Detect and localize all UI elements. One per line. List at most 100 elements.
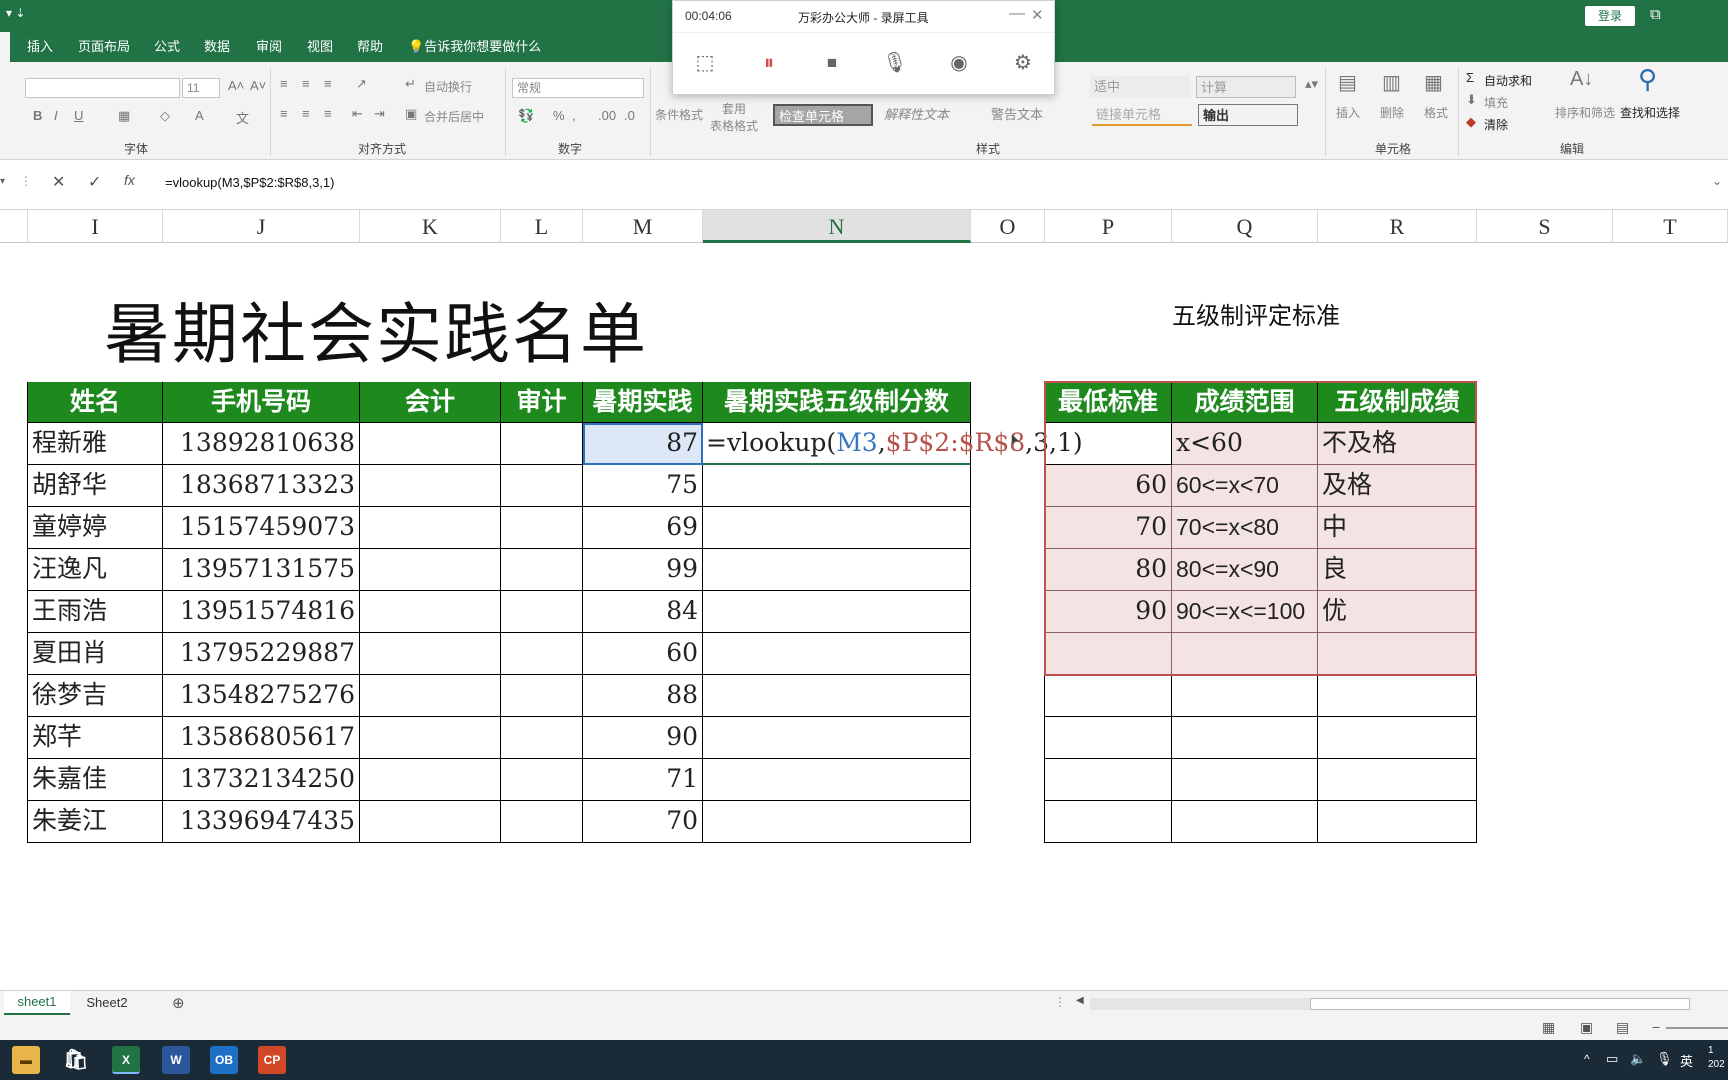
cell-five-level[interactable]: [703, 633, 971, 675]
cell-audit[interactable]: [501, 675, 583, 717]
font-color-icon[interactable]: A: [195, 108, 204, 123]
cell-score[interactable]: 71: [583, 759, 703, 801]
border-icon[interactable]: ▦: [118, 108, 130, 124]
cell-range[interactable]: 90<=x<=100: [1172, 591, 1318, 633]
confirm-edit-icon[interactable]: ✓: [88, 172, 101, 192]
column-header-J[interactable]: J: [163, 210, 360, 243]
cell-min[interactable]: 80: [1045, 549, 1172, 591]
fill-button[interactable]: 填充: [1484, 94, 1508, 111]
increase-decimal-icon[interactable]: .00: [598, 108, 616, 123]
cell-grade[interactable]: 优: [1318, 591, 1477, 633]
decrease-font-icon[interactable]: A˅: [250, 78, 266, 93]
cell-name[interactable]: 朱嘉佳: [28, 759, 163, 801]
expand-formula-icon[interactable]: ⌄: [1712, 174, 1722, 188]
cell-phone[interactable]: 18368713323: [163, 465, 360, 507]
cell-five-level[interactable]: [703, 465, 971, 507]
cell-five-level[interactable]: [703, 591, 971, 633]
cell-five-level[interactable]: [703, 717, 971, 759]
cell-range[interactable]: x<60: [1172, 423, 1318, 465]
clock[interactable]: 1 202: [1708, 1044, 1725, 1072]
cell-five-level[interactable]: [703, 759, 971, 801]
cell-accounting[interactable]: [360, 759, 501, 801]
cell-phone[interactable]: 13892810638: [163, 423, 360, 465]
cell-min[interactable]: 90: [1045, 591, 1172, 633]
styles-scroll-icon[interactable]: ▴▾: [1305, 76, 1318, 92]
sort-filter-button[interactable]: 排序和筛选: [1555, 104, 1615, 121]
cell-score[interactable]: 75: [583, 465, 703, 507]
cell-accounting[interactable]: [360, 549, 501, 591]
increase-font-icon[interactable]: A˄: [228, 78, 244, 93]
bold-icon[interactable]: B: [33, 108, 42, 123]
tab-review[interactable]: 审阅: [256, 32, 282, 62]
delete-cells-icon[interactable]: ▥: [1382, 70, 1401, 95]
cell-audit[interactable]: [501, 591, 583, 633]
cell-name[interactable]: 朱姜江: [28, 801, 163, 843]
normal-view-icon[interactable]: ▦: [1542, 1019, 1555, 1036]
insert-cells-button[interactable]: 插入: [1336, 104, 1360, 121]
tab-insert[interactable]: 插入: [27, 32, 53, 62]
column-header-I[interactable]: I: [28, 210, 163, 243]
style-calculation[interactable]: 计算: [1196, 76, 1296, 98]
recorder-app-icon[interactable]: CP: [258, 1046, 286, 1074]
cell-score[interactable]: 90: [583, 717, 703, 759]
ribbon-display-icon[interactable]: ⧉: [1650, 6, 1661, 23]
cell-min[interactable]: [1045, 633, 1172, 675]
cell-range[interactable]: [1172, 801, 1318, 843]
formula-input[interactable]: =vlookup(M3,$P$2:$R$8,3,1): [157, 170, 1728, 196]
volume-icon[interactable]: 🔈: [1630, 1051, 1646, 1067]
cell-phone[interactable]: 13396947435: [163, 801, 360, 843]
style-warning[interactable]: 警告文本: [987, 104, 1087, 126]
cell-grade[interactable]: [1318, 633, 1477, 675]
header-accounting[interactable]: 会计: [360, 382, 501, 423]
font-name-select[interactable]: [25, 78, 180, 98]
header-name[interactable]: 姓名: [28, 382, 163, 423]
delete-cells-button[interactable]: 删除: [1380, 104, 1404, 121]
scroll-left-icon[interactable]: ◀: [1076, 995, 1084, 1006]
network-icon[interactable]: ▭: [1606, 1051, 1618, 1067]
percent-icon[interactable]: %: [553, 108, 565, 123]
cell-min[interactable]: [1045, 717, 1172, 759]
cell-range[interactable]: 60<=x<70: [1172, 465, 1318, 507]
cell-phone[interactable]: 15157459073: [163, 507, 360, 549]
tab-formulas[interactable]: 公式: [154, 32, 180, 62]
tab-page-layout[interactable]: 页面布局: [78, 32, 130, 62]
italic-icon[interactable]: I: [54, 108, 58, 123]
cell-audit[interactable]: [501, 759, 583, 801]
style-explanatory[interactable]: 解释性文本: [880, 104, 980, 126]
cell-accounting[interactable]: [360, 423, 501, 465]
cell-editing-formula[interactable]: =vlookup(M3,$P$2:$R$8,3,1): [703, 423, 1083, 465]
cell-name[interactable]: 王雨浩: [28, 591, 163, 633]
sheet-tab-sheet1[interactable]: sheet1: [4, 991, 70, 1015]
login-button[interactable]: 登录: [1585, 6, 1635, 26]
cell-range[interactable]: [1172, 717, 1318, 759]
file-explorer-icon[interactable]: ▬: [12, 1046, 40, 1074]
column-header-T[interactable]: T: [1613, 210, 1728, 243]
header-five-level-grade[interactable]: 五级制成绩: [1318, 382, 1477, 423]
cell-score[interactable]: 69: [583, 507, 703, 549]
insert-function-icon[interactable]: fx: [124, 172, 135, 188]
cell-grade[interactable]: [1318, 675, 1477, 717]
cell-min[interactable]: [1045, 759, 1172, 801]
style-linked-cell[interactable]: 链接单元格: [1092, 104, 1192, 126]
cell-grade[interactable]: [1318, 717, 1477, 759]
clear-button[interactable]: 清除: [1484, 116, 1508, 133]
merge-icon[interactable]: ▣: [405, 106, 417, 122]
align-right-icon[interactable]: ≡: [324, 106, 332, 121]
cell-phone[interactable]: 13548275276: [163, 675, 360, 717]
word-app-icon[interactable]: W: [162, 1046, 190, 1074]
cell-range[interactable]: [1172, 633, 1318, 675]
cell-accounting[interactable]: [360, 465, 501, 507]
ime-indicator[interactable]: 英: [1680, 1051, 1693, 1070]
settings-gear-icon[interactable]: ⚙: [1009, 49, 1037, 77]
cell-phone[interactable]: 13951574816: [163, 591, 360, 633]
cell-grade[interactable]: [1318, 759, 1477, 801]
column-header-N[interactable]: N: [703, 210, 971, 243]
align-center-icon[interactable]: ≡: [302, 106, 310, 121]
comma-icon[interactable]: ,: [572, 108, 576, 123]
cell-audit[interactable]: [501, 465, 583, 507]
column-header-S[interactable]: S: [1477, 210, 1613, 243]
cell-five-level[interactable]: [703, 507, 971, 549]
cell-range[interactable]: [1172, 759, 1318, 801]
outlook-app-icon[interactable]: OB: [210, 1046, 238, 1074]
scrollbar-thumb[interactable]: [1310, 998, 1690, 1010]
